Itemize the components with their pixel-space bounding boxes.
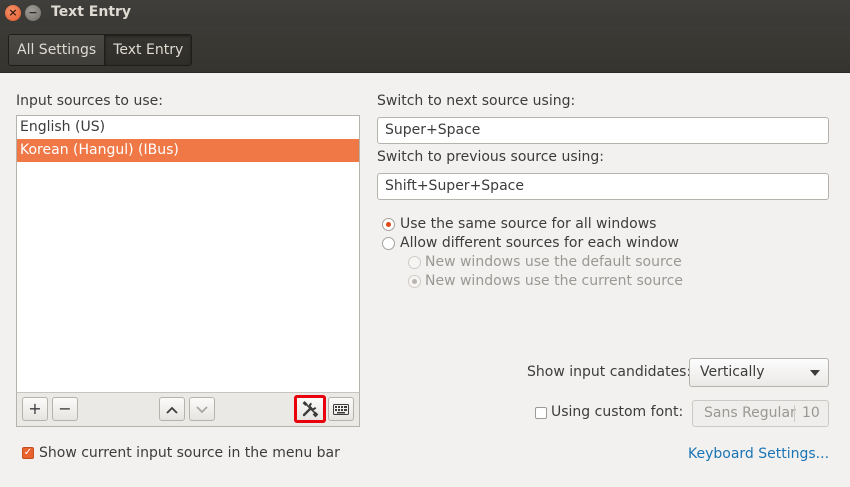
move-down-button[interactable] xyxy=(189,397,215,421)
breadcrumb: All Settings Text Entry xyxy=(8,34,193,66)
move-up-button[interactable] xyxy=(159,397,185,421)
list-item[interactable]: English (US) xyxy=(17,116,359,139)
source-preferences-button[interactable] xyxy=(294,395,326,423)
breadcrumb-text-entry[interactable]: Text Entry xyxy=(104,35,192,65)
chevron-up-icon xyxy=(166,406,178,414)
input-candidates-label: Show input candidates: xyxy=(527,364,692,380)
default-source-radio[interactable] xyxy=(408,256,421,269)
dropdown-value: Vertically xyxy=(700,364,765,380)
keyboard-settings-link[interactable]: Keyboard Settings... xyxy=(688,446,829,462)
keyboard-layout-button[interactable] xyxy=(328,397,354,421)
remove-source-button[interactable]: − xyxy=(52,397,78,421)
show-menu-checkbox[interactable]: ✓ xyxy=(22,447,34,459)
keyboard-icon xyxy=(333,404,349,415)
switch-prev-label: Switch to previous source using: xyxy=(377,149,605,165)
custom-font-label: Using custom font: xyxy=(551,404,684,420)
custom-font-checkbox[interactable] xyxy=(535,407,547,419)
input-sources-label: Input sources to use: xyxy=(16,93,163,109)
show-menu-label: Show current input source in the menu ba… xyxy=(39,445,340,461)
window-title: Text Entry xyxy=(51,4,132,20)
current-source-label: New windows use the current source xyxy=(425,273,683,289)
font-size: 10 xyxy=(802,405,820,421)
same-source-label: Use the same source for all windows xyxy=(400,216,657,232)
header-toolbar: All Settings Text Entry xyxy=(0,26,850,73)
title-bar: × − Text Entry xyxy=(0,0,850,26)
breadcrumb-all-settings[interactable]: All Settings xyxy=(9,35,105,65)
list-item-selected[interactable]: Korean (Hangul) (IBus) xyxy=(17,139,359,162)
different-sources-label: Allow different sources for each window xyxy=(400,235,679,251)
minimize-icon[interactable]: − xyxy=(25,5,41,21)
same-source-radio[interactable] xyxy=(382,218,395,231)
font-chooser-button[interactable]: Sans Regular 10 xyxy=(692,400,829,427)
different-sources-radio[interactable] xyxy=(382,237,395,250)
chevron-down-icon xyxy=(196,406,208,414)
input-sources-list[interactable]: English (US) Korean (Hangul) (IBus) + − xyxy=(16,115,360,427)
font-separator xyxy=(794,405,795,422)
current-source-radio[interactable] xyxy=(408,275,421,288)
preferences-tools-icon xyxy=(302,401,319,418)
switch-next-shortcut-field[interactable]: Super+Space xyxy=(377,117,829,144)
close-icon[interactable]: × xyxy=(5,5,21,21)
font-name: Sans Regular xyxy=(704,405,796,421)
sources-toolbar: + − xyxy=(17,392,359,426)
switch-next-label: Switch to next source using: xyxy=(377,93,576,109)
dropdown-arrow-icon xyxy=(810,370,820,376)
input-candidates-dropdown[interactable]: Vertically xyxy=(689,358,829,387)
default-source-label: New windows use the default source xyxy=(425,254,682,270)
add-source-button[interactable]: + xyxy=(22,397,48,421)
switch-prev-shortcut-field[interactable]: Shift+Super+Space xyxy=(377,173,829,200)
